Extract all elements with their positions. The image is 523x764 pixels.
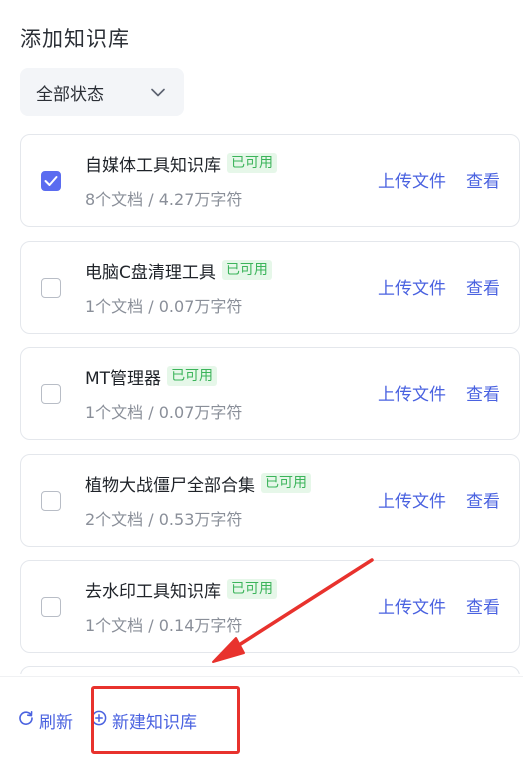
upload-file-button[interactable]: 上传文件	[378, 380, 446, 405]
kb-meta: 1个文档 / 0.14万字符	[85, 616, 243, 635]
kb-meta: 2个文档 / 0.53万字符	[85, 510, 243, 529]
upload-file-button[interactable]: 上传文件	[378, 274, 446, 299]
kb-checkbox[interactable]	[41, 278, 61, 298]
refresh-button[interactable]: 刷新	[18, 708, 73, 733]
status-badge: 已可用	[227, 153, 277, 173]
upload-file-button[interactable]: 上传文件	[378, 593, 446, 618]
kb-name: 植物大战僵尸全部合集	[85, 475, 255, 496]
status-badge: 已可用	[167, 366, 218, 386]
knowledge-base-card-partial[interactable]	[20, 666, 520, 674]
kb-name: MT管理器	[85, 368, 162, 389]
refresh-label: 刷新	[39, 713, 73, 733]
kb-meta: 1个文档 / 0.07万字符	[85, 297, 243, 316]
kb-name: 电脑C盘清理工具	[85, 262, 216, 283]
kb-name: 自媒体工具知识库	[85, 155, 221, 176]
view-button[interactable]: 查看	[466, 593, 500, 618]
status-badge: 已可用	[221, 260, 272, 280]
kb-meta: 1个文档 / 0.07万字符	[85, 403, 243, 422]
status-filter-value: 全部状态	[36, 84, 104, 105]
knowledge-base-card[interactable]: 去水印工具知识库 已可用 1个文档 / 0.14万字符 上传文件 查看	[20, 560, 520, 653]
kb-meta: 8个文档 / 4.27万字符	[85, 190, 243, 209]
status-badge: 已可用	[261, 473, 311, 493]
chevron-down-icon	[150, 84, 166, 100]
knowledge-base-card[interactable]: 电脑C盘清理工具 已可用 1个文档 / 0.07万字符 上传文件 查看	[20, 241, 520, 334]
status-filter-select[interactable]: 全部状态	[20, 68, 184, 116]
panel-title: 添加知识库	[20, 27, 130, 51]
view-button[interactable]: 查看	[466, 380, 500, 405]
refresh-icon	[18, 710, 39, 731]
knowledge-base-panel: 添加知识库 全部状态 自媒体工具知识库 已可用 8个文档 / 4.27万字符 上…	[0, 0, 523, 764]
upload-file-button[interactable]: 上传文件	[378, 487, 446, 512]
kb-checkbox[interactable]	[41, 491, 61, 511]
kb-checkbox[interactable]	[41, 171, 61, 191]
knowledge-base-card[interactable]: 自媒体工具知识库 已可用 8个文档 / 4.27万字符 上传文件 查看	[20, 134, 520, 227]
upload-file-button[interactable]: 上传文件	[378, 167, 446, 192]
knowledge-base-card[interactable]: 植物大战僵尸全部合集 已可用 2个文档 / 0.53万字符 上传文件 查看	[20, 454, 520, 547]
panel-footer: 刷新 新建知识库	[18, 708, 197, 733]
new-knowledge-base-label: 新建知识库	[112, 713, 197, 733]
view-button[interactable]: 查看	[466, 487, 500, 512]
view-button[interactable]: 查看	[466, 167, 500, 192]
kb-checkbox[interactable]	[41, 384, 61, 404]
knowledge-base-list[interactable]: 自媒体工具知识库 已可用 8个文档 / 4.27万字符 上传文件 查看 电脑C盘…	[20, 134, 522, 674]
kb-checkbox[interactable]	[41, 597, 61, 617]
new-knowledge-base-button[interactable]: 新建知识库	[91, 708, 197, 733]
view-button[interactable]: 查看	[466, 274, 500, 299]
kb-name: 去水印工具知识库	[85, 581, 221, 602]
footer-divider	[0, 676, 523, 677]
plus-circle-icon	[91, 710, 112, 731]
status-badge: 已可用	[227, 579, 277, 599]
knowledge-base-card[interactable]: MT管理器 已可用 1个文档 / 0.07万字符 上传文件 查看	[20, 347, 520, 440]
